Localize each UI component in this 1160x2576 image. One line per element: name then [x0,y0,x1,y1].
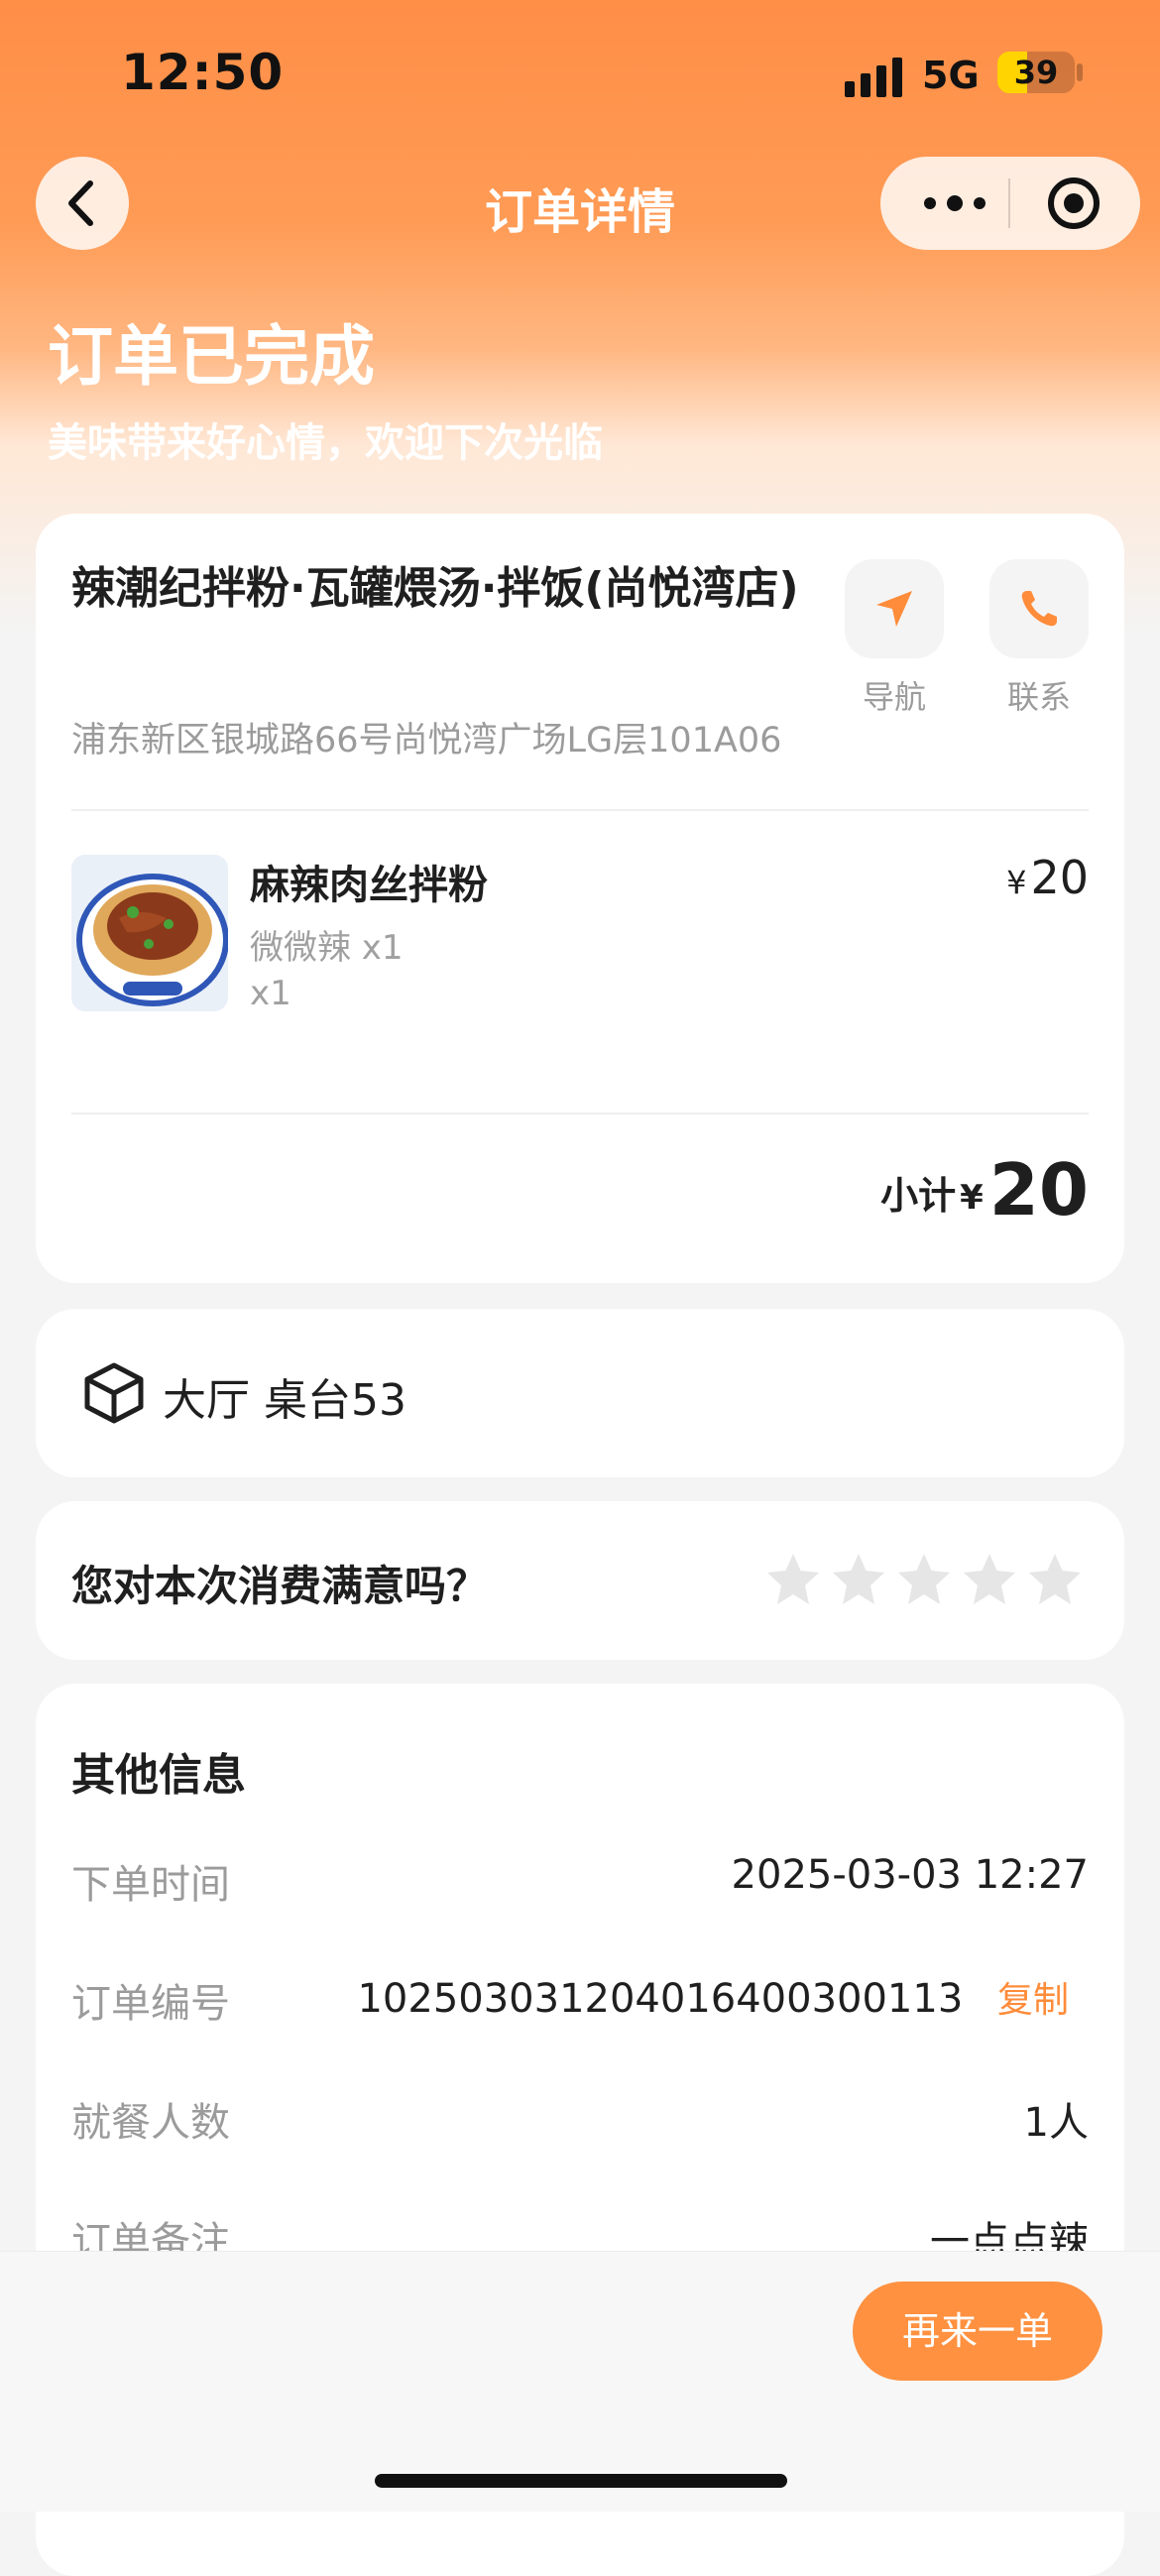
battery-indicator: 39 [997,52,1075,93]
store-name[interactable]: 辣潮纪拌粉·瓦罐煨汤·拌饭(尚悦湾店) [71,559,825,619]
rating-question: 您对本次消费满意吗？ [71,1562,489,1610]
navigation-bar: 订单详情 [0,149,1160,268]
status-time: 12:50 [121,44,285,101]
other-info-title: 其他信息 [71,1750,246,1801]
battery-level: 39 [1013,54,1059,91]
order-status-subtitle: 美味带来好心情，欢迎下次光临 [48,420,603,466]
price-value: 20 [1030,851,1089,904]
info-label: 订单编号 [71,1981,230,2027]
contact-label: 联系 [1006,678,1071,716]
more-dots-icon[interactable] [920,183,989,223]
star-icon[interactable] [894,1551,954,1610]
reorder-button[interactable]: 再来一单 [853,2282,1102,2381]
rating-card: 您对本次消费满意吗？ [36,1501,1124,1660]
contact-bubble [989,559,1089,658]
subtotal: 小计 ¥20 [880,1148,1089,1231]
dish-spec: 微微辣 x1 [250,928,404,968]
order-number: 102503031204016400300113 [357,1976,964,2022]
dish-name: 麻辣肉丝拌粉 [250,863,488,908]
star-icon[interactable] [829,1551,888,1610]
target-icon[interactable] [1047,176,1101,230]
order-card: 辣潮纪拌粉·瓦罐煨汤·拌饭(尚悦湾店) 导航 联系 浦东新区银城路66号尚悦湾广… [36,514,1124,1283]
info-row-order-time: 下单时间 2025-03-03 12:27 [71,1852,1089,1912]
subtotal-currency: ¥ [960,1178,984,1218]
star-rating [763,1551,1091,1610]
navigation-arrow-icon [876,591,912,627]
navigate-bubble [845,559,944,658]
divider [71,809,1089,811]
star-icon[interactable] [763,1551,823,1610]
info-label: 就餐人数 [71,2100,230,2146]
cube-icon [84,1362,144,1424]
home-indicator [375,2474,787,2488]
info-value: 1人 [1023,2100,1089,2146]
bottom-action-bar: 再来一单 [0,2251,1160,2512]
currency-symbol: ¥ [1006,864,1027,901]
order-number-group: 102503031204016400300113 复制 [357,1971,1089,2023]
divider [71,1112,1089,1114]
dish-quantity: x1 [250,974,291,1013]
status-bar: 12:50 5G 39 [0,0,1160,149]
contact-button[interactable]: 联系 [989,559,1089,718]
noodle-bowl-image [71,855,228,1011]
dish-price: ¥20 [1006,851,1089,904]
dish-image [71,855,228,1011]
star-icon[interactable] [1025,1551,1085,1610]
info-row-diners: 就餐人数 1人 [71,2090,1089,2150]
mini-program-capsule [880,157,1140,250]
navigate-label: 导航 [862,678,926,716]
network-type: 5G [922,54,980,97]
battery-tip [1077,63,1083,81]
subtotal-amount: 20 [988,1148,1089,1231]
table-location: 大厅 桌台53 [163,1375,406,1426]
capsule-divider [1008,178,1010,228]
info-value: 2025-03-03 12:27 [731,1852,1089,1898]
copy-button[interactable]: 复制 [997,1980,1069,2021]
store-address: 浦东新区银城路66号尚悦湾广场LG层101A06 [71,721,782,761]
signal-icon [845,58,902,97]
phone-icon [1021,591,1057,627]
star-icon[interactable] [960,1551,1019,1610]
info-label: 下单时间 [71,1862,230,1908]
navigate-button[interactable]: 导航 [845,559,944,718]
subtotal-label: 小计 [880,1174,957,1218]
order-status-title: 订单已完成 [48,318,375,395]
info-row-order-number: 订单编号 102503031204016400300113 复制 [71,1971,1089,2031]
table-card: 大厅 桌台53 [36,1309,1124,1477]
